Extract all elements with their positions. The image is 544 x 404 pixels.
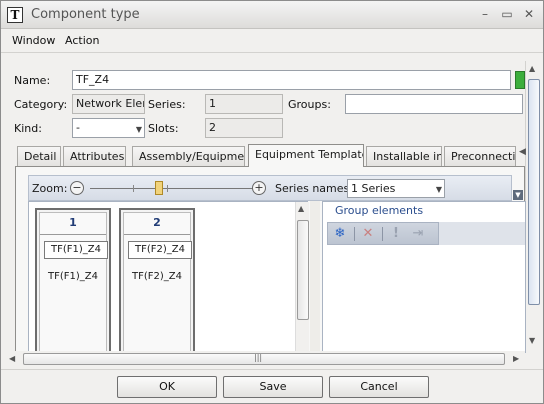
title-bar: T Component type – ▭ ✕: [1, 1, 543, 29]
zoom-slider-track[interactable]: [90, 188, 254, 189]
tab-assembly-equipment[interactable]: Assembly/Equipment: [132, 146, 245, 166]
move-icon[interactable]: ⇥: [410, 226, 426, 242]
series-names-value: 1 Series: [351, 182, 396, 195]
panel-splitter[interactable]: [310, 201, 320, 353]
series-vertical-scrollbar[interactable]: ▲: [295, 202, 309, 354]
series-canvas: 1 TF(F1)_Z4 TF(F1)_Z4 2 TF(F2)_Z4 TF(F2)…: [28, 201, 309, 354]
groups-field[interactable]: [345, 94, 523, 114]
tab-attributes[interactable]: Attributes: [63, 146, 126, 166]
series-scroll-thumb[interactable]: [297, 220, 309, 320]
series-label: Series:: [148, 98, 186, 111]
scroll-right-icon[interactable]: ▶: [513, 354, 519, 363]
group-elements-panel: Group elements ❄ ✕ ! ⇥: [322, 201, 526, 353]
slot-1[interactable]: 1 TF(F1)_Z4 TF(F1)_Z4: [35, 208, 111, 354]
collapse-toolbar-button[interactable]: ▼: [513, 190, 523, 200]
equipment-template-panel: Zoom: − + Series names: 1 Series ▼ ▼ 1 T…: [15, 166, 526, 354]
scroll-up-icon[interactable]: ▲: [298, 204, 304, 213]
slot-number: 2: [153, 216, 161, 229]
tab-strip: Detail Attributes Assembly/Equipment Equ…: [15, 144, 526, 167]
snowflake-icon[interactable]: ❄: [332, 226, 348, 242]
window-title: Component type: [31, 7, 140, 22]
slot-element[interactable]: TF(F1)_Z4: [44, 241, 108, 259]
series-names-label: Series names:: [275, 182, 353, 195]
delete-icon[interactable]: ✕: [360, 226, 376, 242]
group-toolbar-fill: [439, 222, 525, 245]
slots-label: Slots:: [148, 122, 179, 135]
name-field[interactable]: TF_Z4: [72, 70, 511, 90]
menu-bar: Window Action: [1, 29, 543, 53]
series-field[interactable]: 1: [205, 94, 283, 114]
scroll-down-icon[interactable]: ▼: [529, 336, 535, 345]
toolbar-separator: [382, 227, 383, 241]
zoom-tick: [167, 185, 168, 192]
slot-frame: 2 TF(F2)_Z4 TF(F2)_Z4: [123, 212, 192, 352]
name-label: Name:: [14, 74, 51, 87]
slot-divider: [124, 234, 190, 235]
zoom-out-button[interactable]: −: [70, 181, 84, 195]
slot-divider: [40, 234, 106, 235]
slot-2[interactable]: 2 TF(F2)_Z4 TF(F2)_Z4: [119, 208, 195, 354]
zoom-in-button[interactable]: +: [252, 181, 266, 195]
grip-icon: |||: [254, 353, 263, 362]
category-label: Category:: [14, 98, 68, 111]
slot-element[interactable]: TF(F2)_Z4: [128, 241, 192, 259]
slot-frame: 1 TF(F1)_Z4 TF(F1)_Z4: [39, 212, 108, 352]
ok-button[interactable]: OK: [117, 376, 217, 398]
slot-number: 1: [69, 216, 77, 229]
name-action-button[interactable]: [515, 71, 525, 89]
minimize-button[interactable]: –: [477, 6, 493, 22]
toolbar-separator: [354, 227, 355, 241]
group-toolbar: ❄ ✕ ! ⇥: [327, 222, 439, 245]
form-vertical-scrollbar[interactable]: ▲ ▼: [525, 61, 541, 351]
app-icon: T: [7, 7, 23, 23]
chevron-down-icon: ▼: [135, 125, 142, 134]
tab-scroll-left-icon[interactable]: ◀: [519, 147, 526, 157]
series-names-select[interactable]: 1 Series ▼: [347, 179, 445, 198]
category-field[interactable]: Network Eleme: [72, 94, 145, 114]
zoom-label: Zoom:: [32, 182, 68, 195]
cancel-button[interactable]: Cancel: [329, 376, 429, 398]
chevron-down-icon: ▼: [435, 185, 442, 194]
tab-equipment-template[interactable]: Equipment Template: [248, 144, 364, 167]
groups-label: Groups:: [288, 98, 331, 111]
tab-installable-in[interactable]: Installable in: [366, 146, 442, 166]
dialog-button-bar: OK Save Cancel: [1, 369, 543, 403]
zoom-slider-thumb[interactable]: [155, 181, 163, 195]
group-elements-title: Group elements: [335, 204, 424, 217]
maximize-button[interactable]: ▭: [499, 6, 515, 22]
save-button[interactable]: Save: [223, 376, 323, 398]
slots-field[interactable]: 2: [205, 118, 283, 138]
menu-action[interactable]: Action: [65, 34, 99, 47]
component-type-window: T Component type – ▭ ✕ Window Action Nam…: [0, 0, 544, 404]
scroll-left-icon[interactable]: ◀: [9, 354, 15, 363]
form-scroll-thumb[interactable]: [528, 79, 540, 305]
kind-label: Kind:: [14, 122, 42, 135]
tab-detail[interactable]: Detail: [17, 146, 61, 166]
horizontal-scrollbar[interactable]: ◀ ||| ▶: [5, 351, 525, 367]
slot-element-label: TF(F2)_Z4: [132, 271, 182, 282]
menu-window[interactable]: Window: [12, 34, 55, 47]
template-toolbar: Zoom: − + Series names: 1 Series ▼ ▼: [28, 175, 523, 201]
kind-value: -: [76, 121, 80, 134]
horizontal-scroll-thumb[interactable]: |||: [23, 353, 505, 365]
zoom-tick: [133, 185, 134, 192]
slot-element-label: TF(F1)_Z4: [48, 271, 98, 282]
exclamation-icon[interactable]: !: [388, 226, 404, 242]
close-button[interactable]: ✕: [521, 6, 537, 22]
tab-preconnections[interactable]: Preconnecti: [444, 146, 516, 166]
kind-select[interactable]: - ▼: [72, 118, 145, 138]
scroll-up-icon[interactable]: ▲: [529, 64, 535, 73]
